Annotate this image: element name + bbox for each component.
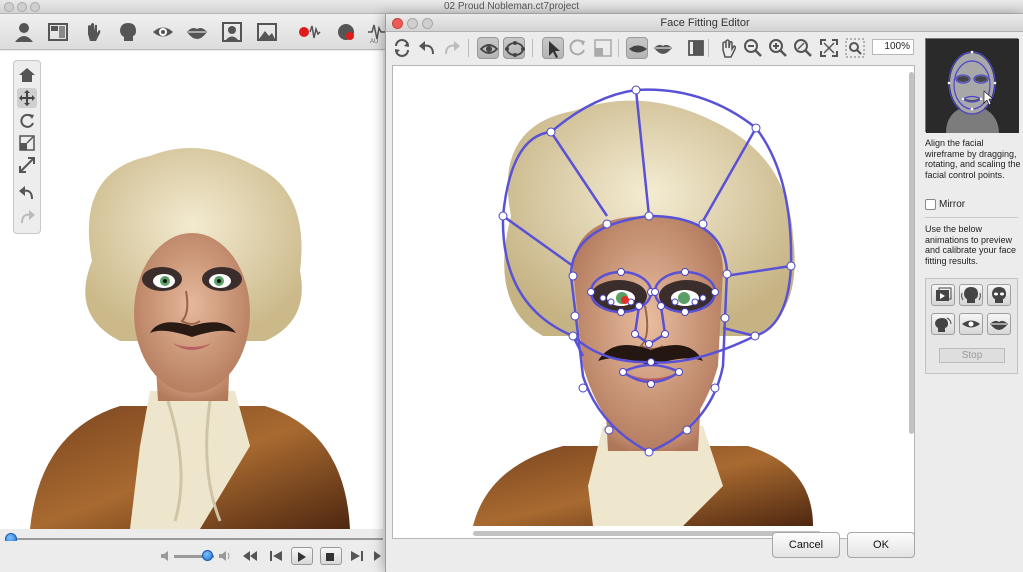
zoom-selection-icon[interactable] (844, 37, 866, 59)
rewind-icon[interactable] (241, 547, 259, 565)
volume-knob[interactable] (202, 550, 213, 561)
face-preview-thumbnail (925, 38, 1019, 133)
character-preview-image (30, 148, 350, 529)
main-title-bar: 02 Proud Nobleman.ct7project (0, 0, 1023, 14)
editor-minimize-button[interactable] (407, 18, 418, 29)
zoom-reset-icon[interactable] (792, 37, 814, 59)
editor-title: Face Fitting Editor (660, 17, 750, 29)
previous-frame-icon[interactable] (267, 547, 285, 565)
toolbar-separator (468, 39, 469, 57)
3d-viewport[interactable] (0, 51, 383, 529)
stop-animation-button[interactable]: Stop (939, 348, 1005, 363)
timeline-track[interactable] (10, 538, 383, 540)
editor-zoom-button[interactable] (422, 18, 433, 29)
ok-button[interactable]: OK (847, 532, 915, 558)
timeline[interactable] (0, 529, 383, 545)
face-outline-icon[interactable] (477, 37, 499, 59)
fit-to-window-icon[interactable] (818, 37, 840, 59)
editor-rotate-icon[interactable] (567, 37, 589, 59)
preview-anim-4-icon[interactable] (931, 313, 955, 335)
toolbar-separator (708, 39, 709, 57)
cancel-button[interactable]: Cancel (772, 532, 840, 558)
face-fitting-editor-window: Face Fitting Editor 100% Align the facia… (385, 14, 1023, 572)
zoom-in-icon[interactable] (767, 37, 789, 59)
mirror-checkbox[interactable] (925, 199, 936, 210)
preview-anim-5-icon[interactable] (959, 313, 983, 335)
undo-icon[interactable] (17, 183, 37, 203)
editor-title-bar: Face Fitting Editor (386, 14, 1023, 32)
gesture-hand-icon[interactable] (82, 20, 106, 44)
eye-icon[interactable] (151, 20, 175, 44)
mouth-mode-icon[interactable] (652, 37, 674, 59)
redo-icon[interactable] (17, 207, 37, 227)
image-icon[interactable] (255, 20, 279, 44)
auto-label: AU (370, 39, 379, 45)
actor-icon[interactable] (12, 20, 36, 44)
editor-redo-icon[interactable] (441, 37, 463, 59)
auto-animation-icon[interactable] (334, 20, 358, 44)
zoom-out-icon[interactable] (742, 37, 764, 59)
vertical-scroll-thumb[interactable] (909, 72, 914, 434)
select-arrow-icon[interactable] (542, 37, 564, 59)
preview-anim-1-icon[interactable] (931, 284, 955, 306)
scale-icon[interactable] (17, 133, 37, 153)
volume-high-icon (216, 547, 234, 565)
animation-instruction-text: Use the below animations to preview and … (925, 224, 1017, 266)
face-photo-with-wireframe[interactable] (393, 66, 907, 526)
preview-anim-6-icon[interactable] (987, 313, 1011, 335)
close-window-button[interactable] (4, 2, 14, 12)
next-frame-icon[interactable] (348, 547, 366, 565)
canvas-horizontal-scroll-thumb[interactable] (473, 531, 821, 536)
rotate-icon[interactable] (17, 111, 37, 131)
toolbar-separator (532, 39, 533, 57)
playback-bar (0, 541, 383, 572)
editor-scale-icon[interactable] (592, 37, 614, 59)
reset-icon[interactable] (391, 37, 413, 59)
main-window-title: 02 Proud Nobleman.ct7project (443, 1, 580, 12)
minimize-window-button[interactable] (17, 2, 27, 12)
toolbar-separator (618, 39, 619, 57)
zoom-level-field[interactable]: 100% (872, 39, 914, 55)
zoom-window-button[interactable] (30, 2, 40, 12)
stop-playback-button[interactable] (320, 547, 342, 565)
preview-anim-2-icon[interactable] (959, 284, 983, 306)
preview-anim-3-icon[interactable] (987, 284, 1011, 306)
background-toggle-icon[interactable] (685, 37, 707, 59)
home-icon[interactable] (17, 65, 37, 85)
move-icon[interactable] (17, 88, 37, 108)
fit-icon[interactable] (17, 155, 37, 175)
pan-hand-icon[interactable] (717, 37, 739, 59)
eye-mode-icon[interactable] (626, 37, 648, 59)
play-button[interactable] (291, 547, 313, 565)
fast-forward-icon[interactable] (372, 547, 382, 565)
editor-close-button[interactable] (392, 18, 403, 29)
lips-icon[interactable] (185, 20, 209, 44)
editor-undo-icon[interactable] (416, 37, 438, 59)
face-portrait-icon[interactable] (220, 20, 244, 44)
head-icon[interactable] (116, 20, 140, 44)
canvas-vertical-scrollbar[interactable] (908, 66, 915, 526)
mirror-label[interactable]: Mirror (939, 199, 965, 210)
layout-icon[interactable] (46, 20, 70, 44)
animation-preview-panel: Stop (925, 278, 1018, 374)
viewport-tool-panel (13, 60, 41, 234)
editor-toolbar (386, 33, 920, 63)
face-points-icon[interactable] (503, 37, 525, 59)
selected-control-point (621, 296, 629, 304)
instruction-text: Align the facial wireframe by dragging, … (925, 138, 1021, 180)
record-audio-icon[interactable] (298, 20, 322, 44)
face-fitting-canvas[interactable] (392, 65, 915, 539)
panel-divider (925, 217, 1018, 218)
